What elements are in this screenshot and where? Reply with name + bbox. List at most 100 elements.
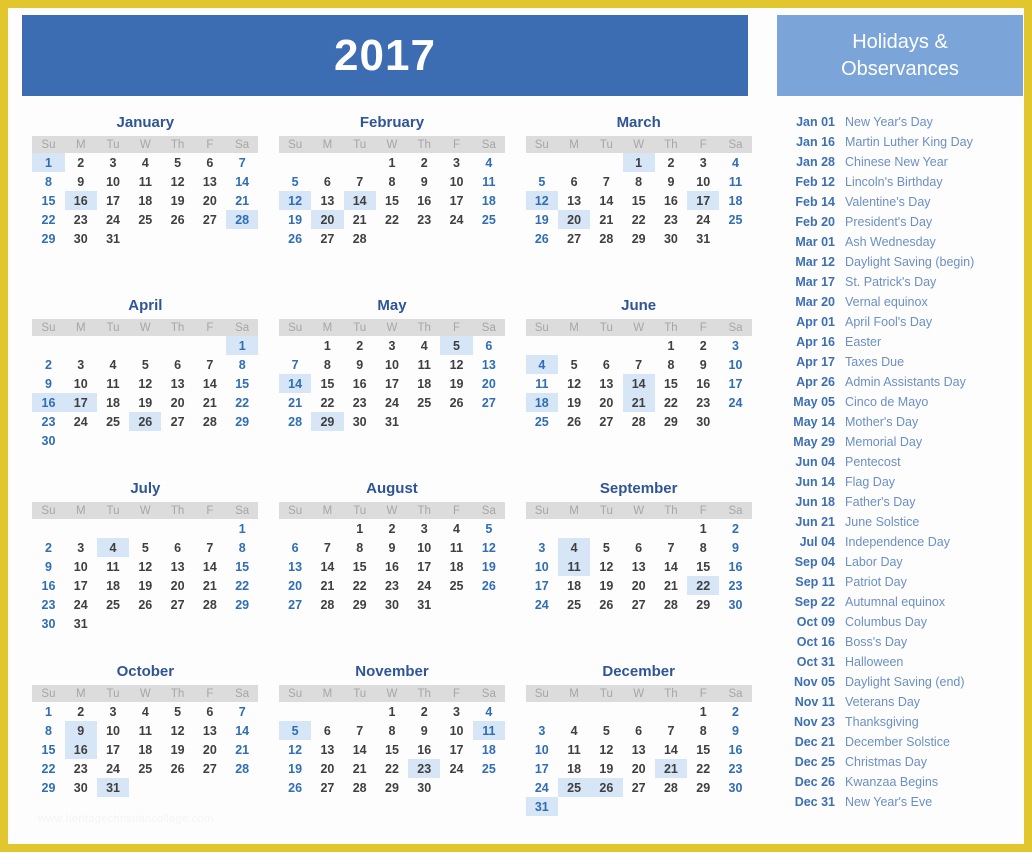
day-cell[interactable]: 12 xyxy=(161,721,193,740)
day-cell[interactable]: 5 xyxy=(590,721,622,740)
day-cell[interactable]: 9 xyxy=(65,172,97,191)
day-cell[interactable]: 4 xyxy=(129,702,161,721)
day-cell[interactable]: 8 xyxy=(226,355,258,374)
day-cell[interactable]: 4 xyxy=(473,153,505,172)
day-cell[interactable]: 17 xyxy=(97,191,129,210)
day-cell[interactable]: 15 xyxy=(376,191,408,210)
day-cell[interactable]: 23 xyxy=(408,210,440,229)
holiday-row[interactable]: May 14 Mother's Day xyxy=(777,412,1027,432)
day-cell[interactable]: 21 xyxy=(194,393,226,412)
day-cell[interactable]: 23 xyxy=(65,210,97,229)
day-cell[interactable]: 29 xyxy=(623,229,655,248)
day-cell[interactable]: 26 xyxy=(161,759,193,778)
day-cell[interactable]: 28 xyxy=(655,595,687,614)
day-cell[interactable]: 7 xyxy=(311,538,343,557)
day-cell[interactable]: 31 xyxy=(376,412,408,431)
day-cell[interactable]: 29 xyxy=(655,412,687,431)
holiday-row[interactable]: Jan 28 Chinese New Year xyxy=(777,152,1027,172)
day-cell[interactable]: 12 xyxy=(278,191,312,210)
day-cell[interactable]: 26 xyxy=(526,229,558,248)
holiday-row[interactable]: Nov 05 Daylight Saving (end) xyxy=(777,672,1027,692)
day-cell[interactable]: 28 xyxy=(623,412,655,431)
day-cell[interactable]: 30 xyxy=(344,412,376,431)
holiday-row[interactable]: May 29 Memorial Day xyxy=(777,432,1027,452)
day-cell[interactable]: 21 xyxy=(226,191,258,210)
day-cell[interactable]: 23 xyxy=(719,759,751,778)
day-cell[interactable]: 24 xyxy=(408,576,440,595)
day-cell[interactable]: 17 xyxy=(97,740,129,759)
day-cell[interactable]: 21 xyxy=(226,740,258,759)
day-cell[interactable]: 9 xyxy=(344,355,376,374)
day-cell[interactable]: 9 xyxy=(687,355,719,374)
day-cell[interactable]: 15 xyxy=(376,740,408,759)
day-cell[interactable]: 5 xyxy=(129,355,161,374)
day-cell[interactable]: 4 xyxy=(440,519,472,538)
day-cell[interactable]: 27 xyxy=(311,229,343,248)
day-cell[interactable]: 7 xyxy=(194,355,226,374)
day-cell[interactable]: 17 xyxy=(376,374,408,393)
day-cell[interactable]: 25 xyxy=(97,595,129,614)
holiday-row[interactable]: Feb 12 Lincoln's Birthday xyxy=(777,172,1027,192)
day-cell[interactable]: 19 xyxy=(526,210,558,229)
holiday-row[interactable]: Mar 01 Ash Wednesday xyxy=(777,232,1027,252)
day-cell[interactable]: 13 xyxy=(279,557,311,576)
day-cell[interactable]: 20 xyxy=(623,576,655,595)
holiday-row[interactable]: Jan 01 New Year's Day xyxy=(777,112,1027,132)
day-cell[interactable]: 18 xyxy=(719,191,751,210)
day-cell[interactable]: 18 xyxy=(558,576,590,595)
day-cell[interactable]: 8 xyxy=(687,721,719,740)
day-cell[interactable]: 5 xyxy=(558,355,590,374)
day-cell[interactable]: 17 xyxy=(65,576,97,595)
day-cell[interactable]: 12 xyxy=(525,191,558,210)
day-cell[interactable]: 21 xyxy=(590,210,622,229)
day-cell[interactable]: 26 xyxy=(440,393,472,412)
day-cell[interactable]: 14 xyxy=(194,374,226,393)
holiday-row[interactable]: Mar 20 Vernal equinox xyxy=(777,292,1027,312)
day-cell[interactable]: 13 xyxy=(311,740,343,759)
holiday-row[interactable]: May 05 Cinco de Mayo xyxy=(777,392,1027,412)
day-cell[interactable]: 1 xyxy=(32,702,64,721)
day-cell[interactable]: 2 xyxy=(32,355,64,374)
day-cell[interactable]: 30 xyxy=(408,778,440,797)
day-cell[interactable]: 11 xyxy=(408,355,440,374)
day-cell[interactable]: 8 xyxy=(226,538,258,557)
day-cell[interactable]: 8 xyxy=(376,172,408,191)
day-cell[interactable]: 20 xyxy=(590,393,622,412)
day-cell[interactable]: 24 xyxy=(97,210,129,229)
day-cell[interactable]: 14 xyxy=(226,721,258,740)
day-cell[interactable]: 17 xyxy=(526,759,558,778)
day-cell[interactable]: 2 xyxy=(65,153,97,172)
day-cell[interactable]: 30 xyxy=(687,412,719,431)
day-cell[interactable]: 9 xyxy=(32,374,64,393)
day-cell[interactable]: 13 xyxy=(194,721,226,740)
day-cell[interactable]: 20 xyxy=(194,740,226,759)
day-cell[interactable]: 6 xyxy=(279,538,311,557)
day-cell[interactable]: 21 xyxy=(655,576,687,595)
day-cell[interactable]: 17 xyxy=(719,374,751,393)
holiday-row[interactable]: Sep 04 Labor Day xyxy=(777,552,1027,572)
day-cell[interactable]: 14 xyxy=(655,740,687,759)
day-cell[interactable]: 25 xyxy=(473,210,505,229)
day-cell[interactable]: 16 xyxy=(719,740,751,759)
day-cell[interactable]: 17 xyxy=(440,191,472,210)
day-cell[interactable]: 28 xyxy=(344,229,376,248)
day-cell[interactable]: 15 xyxy=(655,374,687,393)
day-cell[interactable]: 16 xyxy=(64,740,97,759)
day-cell[interactable]: 26 xyxy=(473,576,505,595)
day-cell[interactable]: 27 xyxy=(194,210,226,229)
day-cell[interactable]: 19 xyxy=(279,210,311,229)
day-cell[interactable]: 31 xyxy=(65,614,97,633)
day-cell[interactable]: 6 xyxy=(473,336,505,355)
day-cell[interactable]: 19 xyxy=(558,393,590,412)
day-cell[interactable]: 4 xyxy=(525,355,558,374)
day-cell[interactable]: 29 xyxy=(687,778,719,797)
day-cell[interactable]: 22 xyxy=(32,210,64,229)
day-cell[interactable]: 17 xyxy=(408,557,440,576)
day-cell[interactable]: 22 xyxy=(376,759,408,778)
day-cell[interactable]: 10 xyxy=(440,721,472,740)
day-cell[interactable]: 1 xyxy=(687,702,719,721)
holiday-row[interactable]: Feb 20 President's Day xyxy=(777,212,1027,232)
day-cell[interactable]: 30 xyxy=(655,229,687,248)
day-cell[interactable]: 23 xyxy=(408,759,441,778)
day-cell[interactable]: 20 xyxy=(161,393,193,412)
